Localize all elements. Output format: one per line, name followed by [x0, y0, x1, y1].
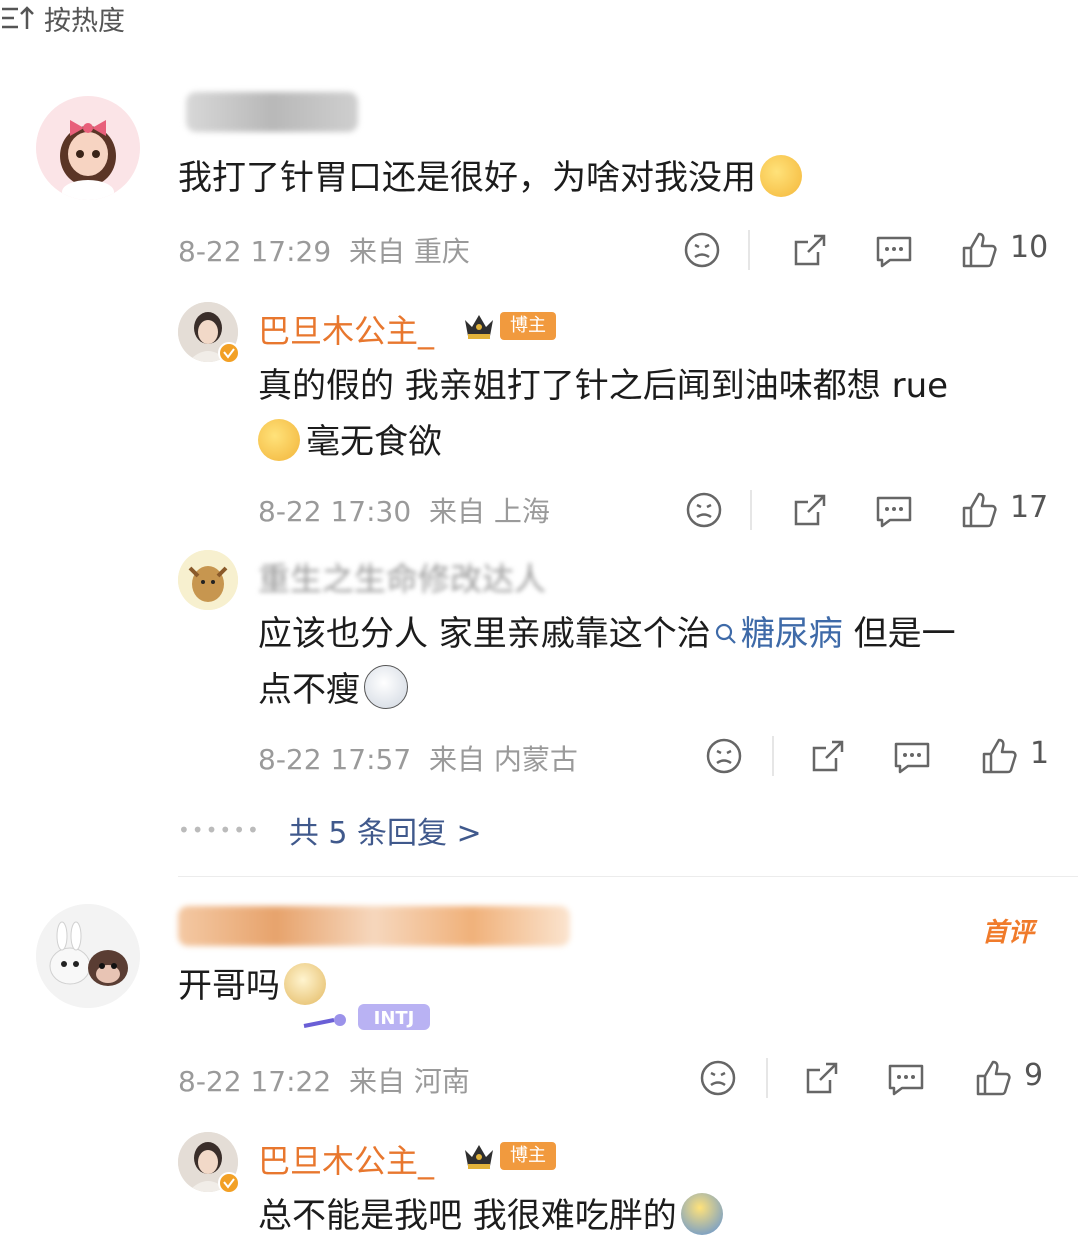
blogger-badge: 博主 [500, 1142, 556, 1170]
like-icon[interactable] [970, 1056, 1014, 1100]
comment-icon[interactable] [872, 488, 916, 532]
dislike-icon[interactable] [702, 734, 746, 778]
search-icon [715, 623, 736, 644]
reply-text-line-2: 毫无食欲 [258, 414, 948, 470]
share-icon[interactable] [800, 1056, 844, 1100]
reply-author-blurred[interactable]: 重生之生命修改达人 [258, 554, 546, 600]
reply-meta: 8-22 17:30 来自 上海 [258, 490, 550, 530]
comment-actions: 10 [680, 228, 1070, 272]
like-count: 1 [1030, 736, 1050, 771]
reply-text-part-2: 但是一 [842, 614, 956, 654]
sort-label: 按热度 [44, 5, 125, 37]
share-icon[interactable] [788, 488, 832, 532]
reply-text-part: 应该也分人 家里亲戚靠这个治 [258, 614, 711, 654]
dislike-icon[interactable] [696, 1056, 740, 1100]
like-count: 10 [1010, 230, 1049, 265]
share-icon[interactable] [806, 734, 850, 778]
comment-meta: 8-22 17:29 来自 重庆 [178, 230, 470, 270]
reply-text-continued: 点不瘦 [258, 670, 360, 710]
divider [766, 1058, 768, 1098]
sort-icon [2, 6, 34, 29]
sort-by-hot-button[interactable]: 按热度 [0, 0, 1080, 37]
svg-text:INTJ: INTJ [374, 1008, 415, 1029]
reply-text-line: 应该也分人 家里亲戚靠这个治 糖尿病 但是一 [258, 606, 956, 662]
shrug-emoji-icon [680, 1193, 723, 1235]
comment-icon[interactable] [890, 734, 934, 778]
share-icon[interactable] [788, 228, 832, 272]
avatar[interactable] [178, 550, 238, 610]
dog-face-emoji-icon [364, 665, 408, 709]
verified-icon [218, 342, 240, 364]
reply-location: 来自 内蒙古 [428, 743, 578, 776]
reply-author[interactable]: 巴旦木公主_ [258, 1136, 434, 1182]
username-blurred[interactable] [178, 906, 570, 946]
comment-text-content: 我打了针胃口还是很好，为啥对我没用 [178, 158, 756, 198]
comment-location: 来自 河南 [348, 1065, 470, 1098]
reply-actions: 1 [702, 734, 1072, 778]
reply-meta: 8-22 17:57 来自 内蒙古 [258, 738, 578, 778]
avatar[interactable] [36, 904, 140, 1008]
comment-date: 8-22 17:22 [178, 1065, 332, 1098]
reply-author[interactable]: 巴旦木公主_ [258, 306, 434, 352]
dislike-icon[interactable] [680, 228, 724, 272]
comment-meta: 8-22 17:22 来自 河南 [178, 1060, 470, 1100]
laughing-crying-emoji-icon [258, 419, 300, 461]
intj-sticker-icon: INTJ [303, 1004, 430, 1030]
reply-text-content: 总不能是我吧 我很难吃胖的 [258, 1196, 677, 1236]
username-blurred[interactable] [186, 92, 358, 132]
like-count: 9 [1024, 1058, 1044, 1093]
reply-date: 8-22 17:57 [258, 743, 412, 776]
blogger-badge: 博主 [500, 312, 556, 340]
more-replies-label: 共 5 条回复 > [288, 816, 482, 851]
like-icon[interactable] [956, 488, 1000, 532]
dots-icon: •••••• [178, 818, 261, 842]
reply-location: 来自 上海 [428, 495, 550, 528]
more-replies-link[interactable]: •••••• 共 5 条回复 > [178, 808, 482, 852]
dislike-icon[interactable] [682, 488, 726, 532]
comment-text-content: 开哥吗 [178, 966, 280, 1006]
reply-text: 应该也分人 家里亲戚靠这个治 糖尿病 但是一 点不瘦 [258, 606, 956, 718]
like-icon[interactable] [976, 734, 1020, 778]
reply-date: 8-22 17:30 [258, 495, 412, 528]
reply-text-continued: 毫无食欲 [306, 422, 442, 462]
verified-icon [218, 1172, 240, 1194]
topic-link-label: 糖尿病 [740, 614, 843, 654]
comment-icon[interactable] [884, 1056, 928, 1100]
reply-text-line-2: 点不瘦 [258, 662, 956, 718]
reply-text: 真的假的 我亲姐打了针之后闻到油味都想 rue 毫无食欲 [258, 358, 948, 470]
like-count: 17 [1010, 490, 1049, 525]
crown-icon [465, 315, 493, 339]
crown-icon [465, 1145, 493, 1169]
comment-date: 8-22 17:29 [178, 235, 332, 268]
comment-actions: 9 [696, 1056, 1066, 1100]
comment-text: 我打了针胃口还是很好，为啥对我没用 [178, 150, 802, 206]
comment-location: 来自 重庆 [348, 235, 470, 268]
comment-divider [178, 876, 1078, 877]
first-comment-tag: 首评 [982, 918, 1035, 948]
reply-actions: 17 [682, 488, 1072, 532]
thinking-emoji-icon [760, 155, 802, 197]
comment-icon[interactable] [872, 228, 916, 272]
reply-text-line: 真的假的 我亲姐打了针之后闻到油味都想 rue [258, 366, 949, 406]
reply-text: 总不能是我吧 我很难吃胖的 [258, 1188, 723, 1244]
divider [750, 490, 752, 530]
like-icon[interactable] [956, 228, 1000, 272]
divider [748, 230, 750, 270]
avatar[interactable] [36, 96, 140, 200]
divider [772, 736, 774, 776]
topic-link[interactable]: 糖尿病 [711, 614, 843, 654]
